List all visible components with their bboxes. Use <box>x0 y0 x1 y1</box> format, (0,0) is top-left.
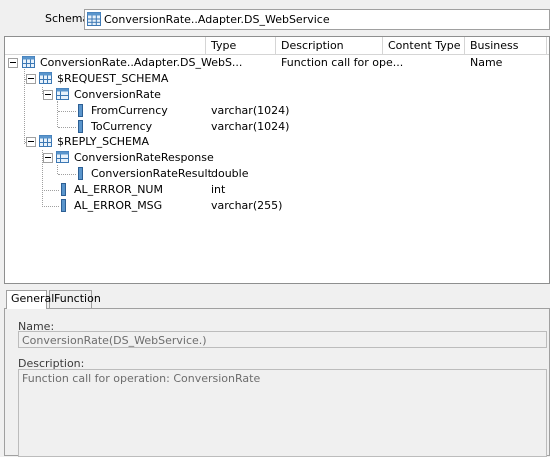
tree-line <box>58 111 76 112</box>
schema-value: ConversionRate..Adapter.DS_WebService <box>104 13 330 26</box>
column-header-name[interactable] <box>5 37 206 54</box>
name-field[interactable]: ConversionRate(DS_WebService.) <box>18 331 547 348</box>
table-icon <box>39 135 52 147</box>
tree-row-request-schema[interactable]: $REQUEST_SCHEMA <box>5 71 549 87</box>
collapse-toggle[interactable] <box>8 58 18 68</box>
column-header-type[interactable]: Type <box>206 37 276 54</box>
tree-row-label: ConversionRateResponse <box>74 151 214 164</box>
tree-row-conversionrate[interactable]: ConversionRate <box>5 87 549 103</box>
column-icon <box>78 120 83 133</box>
table-icon <box>87 12 101 26</box>
schema-tree[interactable]: Type Description Content Type Business N… <box>4 36 550 284</box>
tree-row-description: Function call for ope... <box>281 56 404 69</box>
tree-row-label: AL_ERROR_MSG <box>74 199 163 212</box>
description-field[interactable]: Function call for operation: ConversionR… <box>18 369 547 457</box>
column-header: Type Description Content Type Business N… <box>5 37 549 69</box>
tree-row-conversionrateresult[interactable]: ConversionRateResult double <box>5 166 549 182</box>
table-icon <box>22 56 35 68</box>
tree-row-type: double <box>211 167 249 180</box>
tree-row-label: $REQUEST_SCHEMA <box>57 72 169 85</box>
tree-row-fromcurrency[interactable]: FromCurrency varchar(1024) <box>5 103 549 119</box>
tree-row-type: varchar(255) <box>211 199 283 212</box>
tree-row-type: int <box>211 183 226 196</box>
column-icon <box>61 183 66 196</box>
tab-general[interactable]: General <box>6 290 54 309</box>
schema-bar: Schema: ConversionRate..Adapter.DS_WebSe… <box>0 0 550 36</box>
tree-row-root[interactable]: ConversionRate..Adapter.DS_WebS... Funct… <box>5 55 549 71</box>
collapse-toggle[interactable] <box>26 137 36 147</box>
tree-line <box>42 206 59 207</box>
tree-line <box>42 190 59 191</box>
schema-field[interactable]: ConversionRate..Adapter.DS_WebService <box>84 9 550 30</box>
pane-splitter[interactable] <box>0 284 550 288</box>
tree-row-label: FromCurrency <box>91 104 168 117</box>
collapse-toggle[interactable] <box>43 90 53 100</box>
column-icon <box>61 199 66 212</box>
tree-row-type: varchar(1024) <box>211 104 290 117</box>
tree-row-type: varchar(1024) <box>211 120 290 133</box>
tree-row-label: ToCurrency <box>91 120 153 133</box>
tree-line <box>58 127 76 128</box>
tree-row-al-error-num[interactable]: AL_ERROR_NUM int <box>5 182 549 198</box>
column-header-business-name[interactable]: Business Name <box>465 37 547 69</box>
tree-row-tocurrency[interactable]: ToCurrency varchar(1024) <box>5 119 549 135</box>
table-icon <box>39 72 52 84</box>
column-header-content-type[interactable]: Content Type <box>383 37 465 54</box>
tree-row-al-error-msg[interactable]: AL_ERROR_MSG varchar(255) <box>5 198 549 214</box>
collapse-toggle[interactable] <box>43 153 53 163</box>
tree-row-label: ConversionRate <box>74 88 161 101</box>
tree-row-reply-schema[interactable]: $REPLY_SCHEMA <box>5 134 549 150</box>
column-icon <box>78 104 83 117</box>
tree-line <box>58 174 76 175</box>
table-icon <box>56 151 69 163</box>
tree-row-label: ConversionRate..Adapter.DS_WebS... <box>40 56 243 69</box>
tree-row-label: $REPLY_SCHEMA <box>57 135 150 148</box>
tree-row-conversionrateresponse[interactable]: ConversionRateResponse <box>5 150 549 166</box>
column-header-description[interactable]: Description <box>276 37 383 54</box>
collapse-toggle[interactable] <box>26 74 36 84</box>
tree-row-label: AL_ERROR_NUM <box>74 183 163 196</box>
general-panel: Name: ConversionRate(DS_WebService.) Des… <box>4 308 550 457</box>
column-icon <box>78 167 83 180</box>
table-icon <box>56 88 69 100</box>
tab-function[interactable]: Function <box>49 290 101 308</box>
tree-row-label: ConversionRateResult <box>91 167 212 180</box>
